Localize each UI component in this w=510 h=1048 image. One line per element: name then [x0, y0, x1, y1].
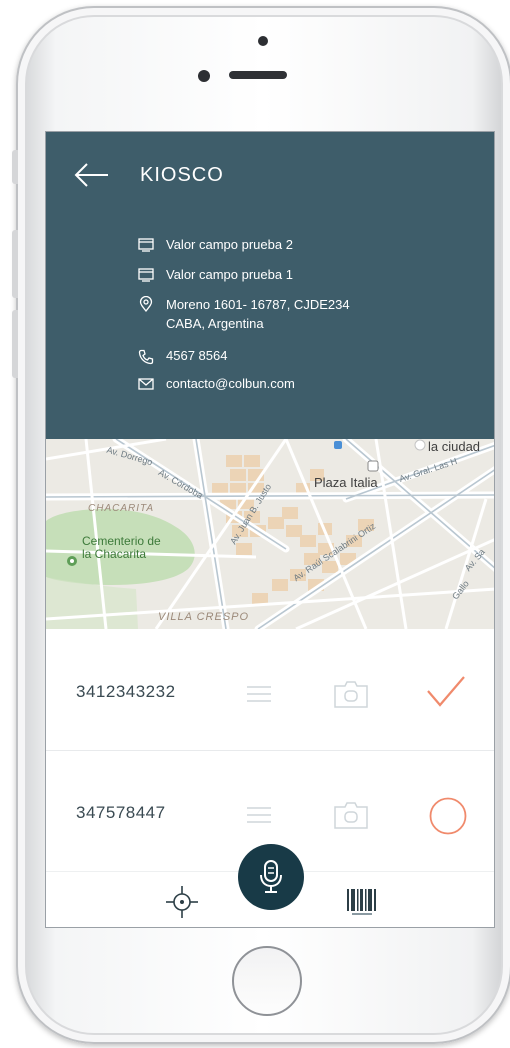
location-pin-icon — [139, 296, 153, 312]
check-icon[interactable] — [424, 673, 468, 711]
mail-icon — [138, 378, 154, 390]
volume-down-button — [12, 310, 18, 378]
email-address: contacto@colbun.com — [166, 376, 295, 391]
arrow-left-icon[interactable] — [74, 162, 110, 188]
field-2-value: Valor campo prueba 1 — [166, 267, 293, 282]
info-field-1: Valor campo prueba 2 — [138, 237, 293, 252]
map-label-chacarita: CHACARITA — [88, 503, 155, 514]
map-label-plaza-italia: Plaza Italia — [314, 475, 378, 490]
info-field-2: Valor campo prueba 1 — [138, 267, 293, 282]
crosshair-icon[interactable] — [164, 884, 200, 920]
circle-icon[interactable] — [428, 796, 468, 836]
phone-icon — [138, 349, 154, 365]
store-header: KIOSCO Valor campo prueba 2 Valor campo … — [46, 132, 494, 439]
menu-lines-icon[interactable] — [246, 684, 272, 704]
home-button[interactable] — [232, 946, 302, 1016]
barcode-icon[interactable] — [344, 886, 380, 918]
info-address: Moreno 1601- 16787, CJDE234 CABA, Argent… — [138, 295, 350, 333]
item-code: 3412343232 — [76, 682, 176, 701]
bottom-action-bar — [46, 844, 494, 927]
map-label-la-ciudad: la ciudad — [428, 439, 481, 454]
volume-up-button — [12, 230, 18, 298]
map-label-cementerio-line2: la Chacarita — [82, 547, 147, 561]
front-camera — [258, 36, 268, 46]
map-label-cementerio: Cementerio de la Chacarita — [82, 535, 161, 561]
field-1-value: Valor campo prueba 2 — [166, 237, 293, 252]
earpiece-speaker — [229, 71, 287, 79]
address-line-2: CABA, Argentina — [166, 316, 264, 331]
microphone-icon — [260, 860, 282, 893]
stage: KIOSCO Valor campo prueba 2 Valor campo … — [0, 0, 510, 1048]
code-list: 3412343232 347578447 — [46, 629, 494, 871]
camera-icon[interactable] — [333, 800, 369, 830]
address-line-1: Moreno 1601- 16787, CJDE234 — [166, 297, 350, 312]
map-label-villa-crespo: VILLA CRESPO — [158, 611, 250, 623]
camera-icon[interactable] — [333, 679, 369, 709]
page-title: KIOSCO — [140, 164, 224, 186]
map-view[interactable]: Plaza Italia la ciudad CHACARITA Cemente… — [46, 439, 494, 629]
card-icon — [138, 268, 154, 282]
app-screen: KIOSCO Valor campo prueba 2 Valor campo … — [45, 131, 495, 928]
info-email[interactable]: contacto@colbun.com — [138, 376, 295, 391]
menu-lines-icon[interactable] — [246, 805, 272, 825]
mute-switch — [12, 150, 18, 184]
proximity-sensor — [198, 70, 210, 82]
info-phone[interactable]: 4567 8564 — [138, 348, 227, 365]
card-icon — [138, 238, 154, 252]
microphone-button[interactable] — [238, 844, 304, 910]
item-code: 347578447 — [76, 803, 166, 822]
list-item[interactable]: 3412343232 — [46, 629, 494, 750]
phone-number: 4567 8564 — [166, 348, 228, 363]
